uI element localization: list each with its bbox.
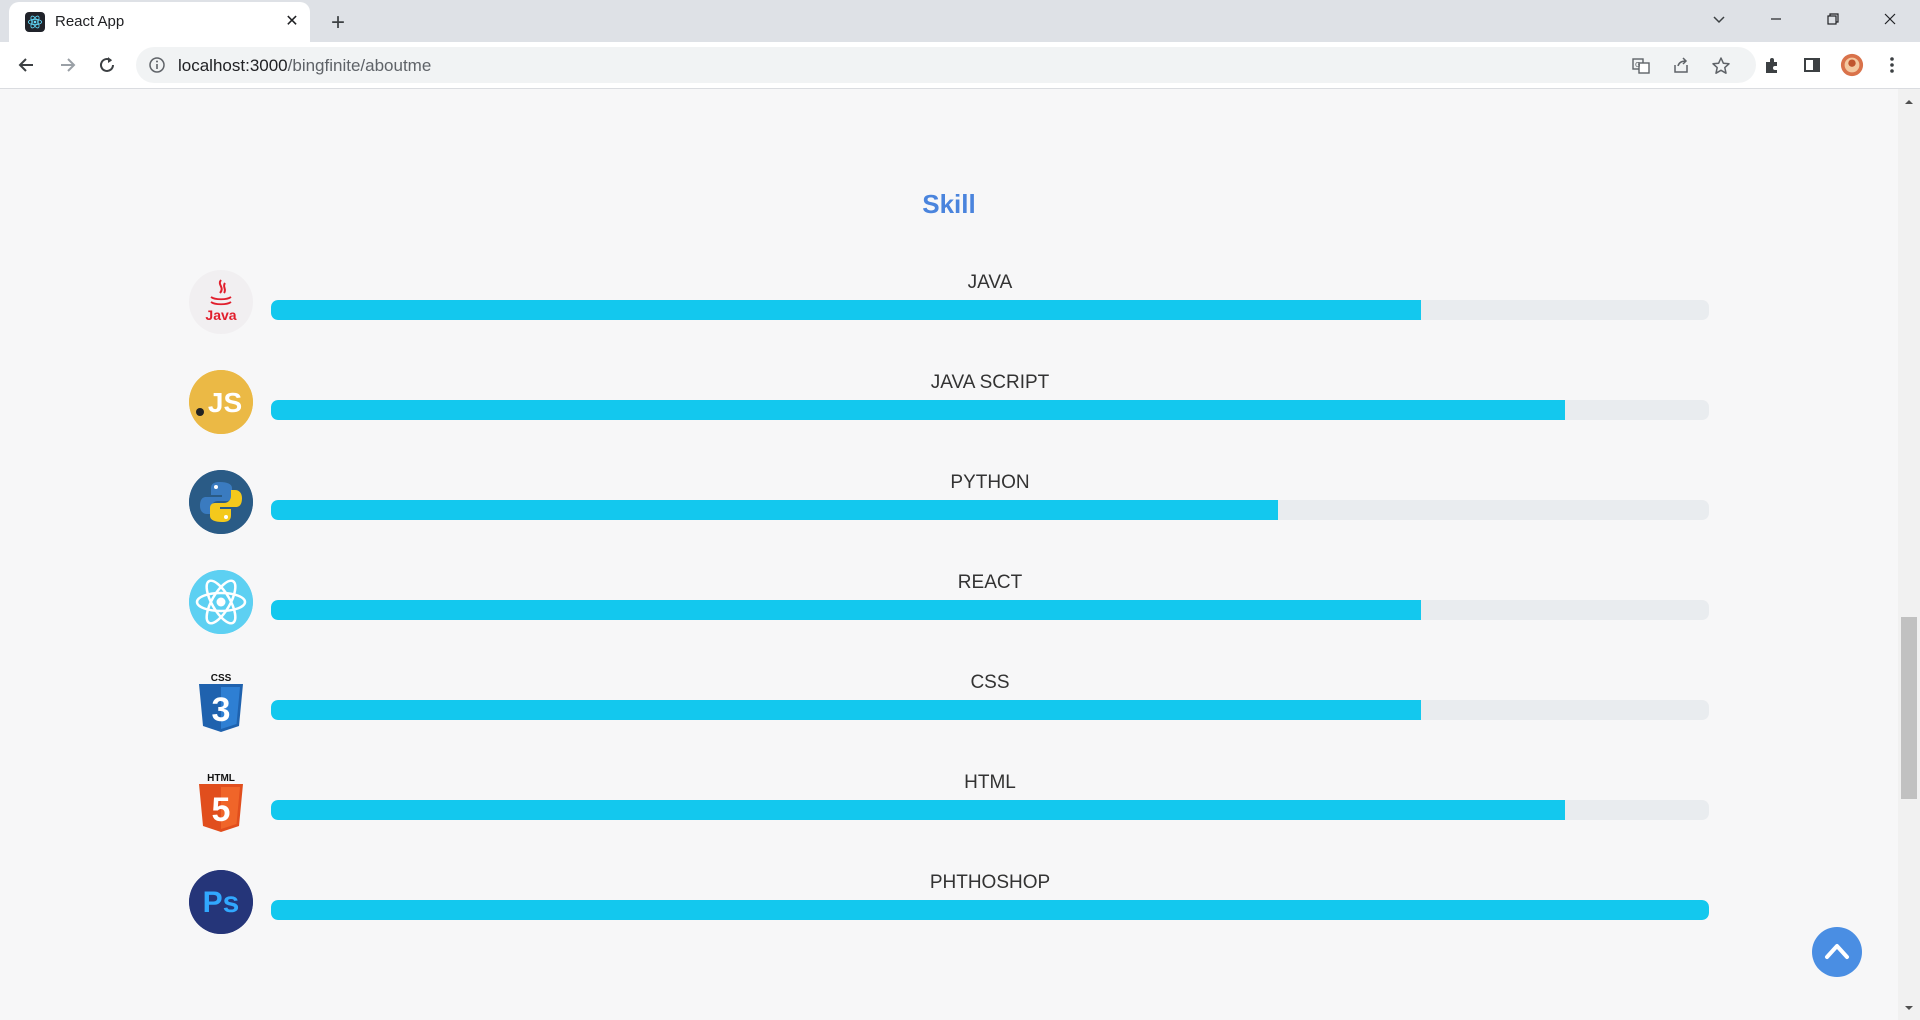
css-badge-text: CSS: [211, 673, 232, 684]
url-path: /bingfinite/aboutme: [287, 56, 432, 75]
scroll-to-top-button[interactable]: [1812, 927, 1862, 977]
chevron-up-icon: [1825, 944, 1849, 959]
extensions-puzzle-icon[interactable]: [1760, 53, 1784, 77]
skill-progress-fill: [271, 900, 1709, 920]
tab-close-icon[interactable]: ✕: [281, 10, 303, 32]
browser-toolbar: localhost:3000/bingfinite/aboutme G: [0, 42, 1920, 89]
side-panel-icon[interactable]: [1800, 53, 1824, 77]
new-tab-button[interactable]: +: [324, 9, 352, 37]
url-text[interactable]: localhost:3000/bingfinite/aboutme: [178, 56, 431, 76]
photoshop-icon: Ps: [189, 870, 253, 934]
bookmark-star-icon[interactable]: [1710, 55, 1732, 77]
python-icon: [189, 470, 253, 534]
url-host: localhost:3000: [178, 56, 288, 75]
java-logo-text: Java: [205, 307, 236, 323]
css3-icon: CSS 3: [189, 670, 253, 734]
minimize-icon[interactable]: [1756, 4, 1796, 34]
react-icon: [189, 570, 253, 634]
chrome-menu-icon[interactable]: [1880, 53, 1904, 77]
skill-name: PYTHON: [950, 472, 1030, 493]
reload-icon[interactable]: [92, 50, 122, 80]
skill-section-title: Skill: [922, 189, 976, 219]
ps-logo-text: Ps: [203, 886, 240, 919]
skill-name: CSS: [970, 672, 1010, 693]
skill-progress-track: [271, 400, 1709, 420]
skill-progress-track: [271, 700, 1709, 720]
browser-tab[interactable]: React App ✕: [9, 2, 310, 42]
react-favicon-icon: [25, 12, 45, 32]
tab-title: React App: [55, 13, 125, 30]
share-icon[interactable]: [1670, 55, 1692, 77]
html-number-text: 5: [212, 791, 231, 829]
skill-progress-track: [271, 500, 1709, 520]
skill-name: REACT: [957, 572, 1023, 593]
page-scrollbar[interactable]: [1898, 89, 1920, 1020]
skill-progress-fill: [271, 600, 1422, 620]
skill-row-html: HTML 5 HTML: [189, 770, 1709, 834]
skill-row-photoshop: Ps PHTHOSHOP: [189, 870, 1709, 934]
forward-arrow-icon[interactable]: [52, 50, 82, 80]
svg-text:G: G: [1635, 61, 1640, 69]
skill-progress-track: [271, 600, 1709, 620]
skill-row-java: Java JAVA: [189, 270, 1709, 334]
translate-icon[interactable]: G: [1630, 55, 1652, 77]
address-bar[interactable]: localhost:3000/bingfinite/aboutme G: [136, 47, 1756, 83]
skill-progress-track: [271, 300, 1709, 320]
scroll-down-arrow-icon[interactable]: [1903, 1001, 1915, 1013]
scrollbar-thumb[interactable]: [1901, 617, 1917, 799]
tab-search-icon[interactable]: [1699, 4, 1739, 34]
skill-progress-fill: [271, 700, 1422, 720]
java-icon: Java: [189, 270, 253, 334]
skill-progress-fill: [271, 800, 1566, 820]
back-arrow-icon[interactable]: [12, 50, 42, 80]
page-content: Skill Java JAVA JS JAVA SCRIPT PYTHON RE…: [0, 89, 1898, 1020]
skill-name: PHTHOSHOP: [929, 872, 1051, 893]
close-window-icon[interactable]: [1870, 4, 1910, 34]
skill-name: JAVA: [967, 272, 1013, 293]
skill-row-react: REACT: [189, 570, 1709, 634]
html-badge-text: HTML: [207, 773, 235, 784]
skill-row-javascript: JS JAVA SCRIPT: [189, 370, 1709, 434]
skill-progress-track: [271, 900, 1709, 920]
skill-row-css: CSS 3 CSS: [189, 670, 1709, 734]
scroll-up-arrow-icon[interactable]: [1903, 95, 1915, 107]
skill-name: HTML: [964, 772, 1016, 793]
skill-progress-fill: [271, 400, 1566, 420]
site-info-icon[interactable]: [148, 56, 166, 74]
css-number-text: 3: [212, 691, 231, 729]
html5-icon: HTML 5: [189, 770, 253, 834]
skill-row-python: PYTHON: [189, 470, 1709, 534]
javascript-icon: JS: [189, 370, 253, 434]
skill-progress-track: [271, 800, 1709, 820]
skill-progress-fill: [271, 300, 1422, 320]
js-logo-text: JS: [208, 387, 242, 418]
skill-name: JAVA SCRIPT: [930, 372, 1050, 393]
browser-titlebar: React App ✕ +: [0, 0, 1920, 42]
skill-progress-fill: [271, 500, 1278, 520]
profile-avatar[interactable]: [1840, 53, 1864, 77]
restore-icon[interactable]: [1813, 4, 1853, 34]
